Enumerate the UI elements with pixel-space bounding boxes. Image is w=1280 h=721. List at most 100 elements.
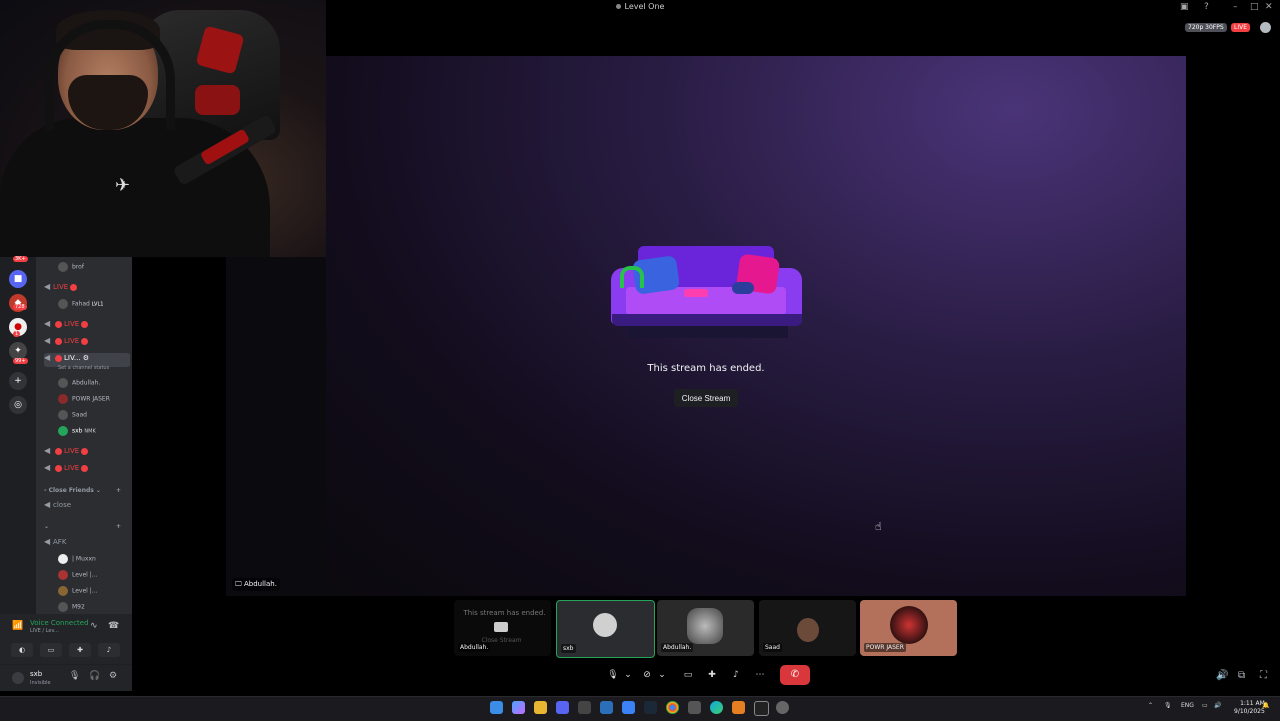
chevron-down-icon[interactable]: ⌄ <box>654 667 670 683</box>
webcam-overlay: ✈ <box>0 0 326 257</box>
voice-user[interactable]: Saad <box>58 410 130 424</box>
category-collapsed[interactable]: ⌄ <box>44 523 49 530</box>
screen-share-icon[interactable]: ▭ <box>680 667 696 683</box>
microphone-icon[interactable]: 🎙 <box>69 671 80 681</box>
voice-channel-live[interactable]: ◀ LIVE <box>44 463 130 477</box>
user-name[interactable]: sxb <box>30 670 42 678</box>
participant-tile[interactable]: Saad <box>759 600 856 656</box>
user-settings-icon[interactable]: ⚙ <box>109 671 117 681</box>
participant-tile[interactable]: sxb <box>556 600 655 658</box>
mic-tray-icon[interactable]: 🎙 <box>1164 702 1172 709</box>
explore-icon[interactable]: ◎ <box>9 396 27 414</box>
fullscreen-icon[interactable]: ⛶ <box>1260 670 1267 681</box>
tile-label: Abdullah. <box>661 643 694 652</box>
voice-channel-live[interactable]: ◀ LIVE <box>44 446 130 460</box>
user-name: brof <box>72 263 84 271</box>
network-icon[interactable]: ▭ <box>1202 702 1208 709</box>
voice-user[interactable]: sxb NMK <box>58 426 130 440</box>
server-icon[interactable]: ■ <box>9 270 27 288</box>
avatar <box>58 586 68 596</box>
voice-user[interactable]: brof <box>58 262 130 276</box>
voice-channel-live[interactable]: ◀ LIVE <box>44 319 130 333</box>
voice-user[interactable]: Fahad LVL1 <box>58 299 130 313</box>
voice-status[interactable]: Voice Connected <box>30 619 89 627</box>
soundboard-button[interactable]: ♪ <box>98 643 120 657</box>
chat-icon[interactable] <box>1260 22 1271 33</box>
minimize-button[interactable]: – <box>1233 2 1238 12</box>
live-indicator <box>55 464 62 472</box>
voice-channel-live[interactable]: ◀ LIVE <box>44 336 130 350</box>
maximize-button[interactable]: □ <box>1250 2 1259 12</box>
voice-user[interactable]: Abdullah. <box>58 378 130 392</box>
tile-label: POWR JASER <box>864 643 906 652</box>
channel-status[interactable]: Set a channel status <box>58 365 130 379</box>
afk-user[interactable]: Level |... <box>58 570 130 584</box>
avatar <box>58 602 68 612</box>
soundboard-icon[interactable]: ♪ <box>728 667 744 683</box>
app-icon[interactable] <box>622 701 635 714</box>
popout-icon[interactable]: ⧉ <box>1238 670 1245 681</box>
leave-call-button[interactable]: ✆ <box>780 665 810 685</box>
volume-icon[interactable]: 🔊 <box>1216 670 1228 681</box>
add-channel-icon[interactable]: + <box>116 487 121 494</box>
settings-icon[interactable] <box>776 701 789 714</box>
edge-icon[interactable] <box>710 701 723 714</box>
snipping-tool-icon[interactable] <box>578 701 591 714</box>
user-avatar[interactable] <box>12 672 24 684</box>
noise-suppression-icon[interactable]: ∿ <box>90 621 98 631</box>
discord-icon[interactable] <box>556 701 569 714</box>
participant-tile[interactable]: This stream has ended. Close Stream Abdu… <box>454 600 551 656</box>
close-stream-button[interactable]: Close Stream <box>674 389 738 407</box>
help-icon[interactable]: ? <box>1204 2 1209 12</box>
notification-icon[interactable]: 🔔 <box>1262 702 1269 709</box>
voice-channel-info[interactable]: LIVE / Lev... <box>30 628 59 634</box>
participant-tile[interactable]: Abdullah. <box>657 600 754 656</box>
mute-mic-icon[interactable]: 🎙 <box>605 667 621 683</box>
headphones-icon[interactable]: 🎧 <box>89 671 100 681</box>
camera-off-icon[interactable]: ⊘ <box>639 667 655 683</box>
voice-channel-close[interactable]: ◀ close <box>44 500 130 514</box>
speaker-tray-icon[interactable]: 🔊 <box>1214 702 1221 709</box>
activity-icon[interactable]: ✚ <box>704 667 720 683</box>
steam-icon[interactable] <box>644 701 657 714</box>
disconnect-icon[interactable]: ☎ <box>108 621 119 631</box>
user-name: Saad <box>72 411 87 419</box>
screen-share-button[interactable]: ▭ <box>40 643 62 657</box>
add-server-icon[interactable]: + <box>9 372 27 390</box>
channel-name: AFK <box>53 538 67 546</box>
avatar <box>890 606 928 644</box>
chevron-up-icon[interactable]: ⌃ <box>1148 702 1153 709</box>
participant-tile[interactable]: POWR JASER <box>860 600 957 656</box>
add-channel-icon[interactable]: + <box>116 523 121 530</box>
phone-icon <box>684 289 708 297</box>
afk-user[interactable]: | Muxxn <box>58 554 130 568</box>
voice-user[interactable]: POWR JASER <box>58 394 130 408</box>
avatar <box>58 394 68 404</box>
voice-channel-afk[interactable]: ◀ AFK <box>44 537 130 551</box>
inbox-icon[interactable]: ▣ <box>1180 2 1189 12</box>
screen-icon <box>494 622 508 632</box>
speaker-icon: ◀ <box>44 500 51 509</box>
settings-icon[interactable]: ⚙ <box>83 354 89 362</box>
app-icon[interactable] <box>688 701 701 714</box>
user-name: POWR JASER <box>72 395 110 403</box>
chevron-down-icon[interactable]: ⌄ <box>620 667 636 683</box>
streamer-label: 🖵 Abdullah. <box>232 578 280 591</box>
obs-icon[interactable] <box>754 701 769 716</box>
camera-toggle-button[interactable]: ◐ <box>11 643 33 657</box>
copilot-icon[interactable] <box>512 701 525 714</box>
afk-user[interactable]: Level |... <box>58 586 130 600</box>
windows-start-icon[interactable] <box>490 701 503 714</box>
activity-button[interactable]: ✚ <box>69 643 91 657</box>
category-close-friends[interactable]: - Close Friends ⌄ <box>44 487 101 494</box>
app-icon[interactable] <box>600 701 613 714</box>
language-indicator[interactable]: ENG <box>1181 702 1194 709</box>
more-options-icon[interactable]: ⋯ <box>752 667 768 683</box>
clock[interactable]: 1:11 AM 9/10/2025 <box>1234 700 1265 716</box>
voice-channel-live[interactable]: ◀ LIVE <box>44 282 130 296</box>
chrome-icon[interactable] <box>666 701 679 714</box>
avatar <box>58 554 68 564</box>
close-window-button[interactable]: ✕ <box>1265 2 1273 12</box>
file-explorer-icon[interactable] <box>534 701 547 714</box>
app-icon[interactable] <box>732 701 745 714</box>
